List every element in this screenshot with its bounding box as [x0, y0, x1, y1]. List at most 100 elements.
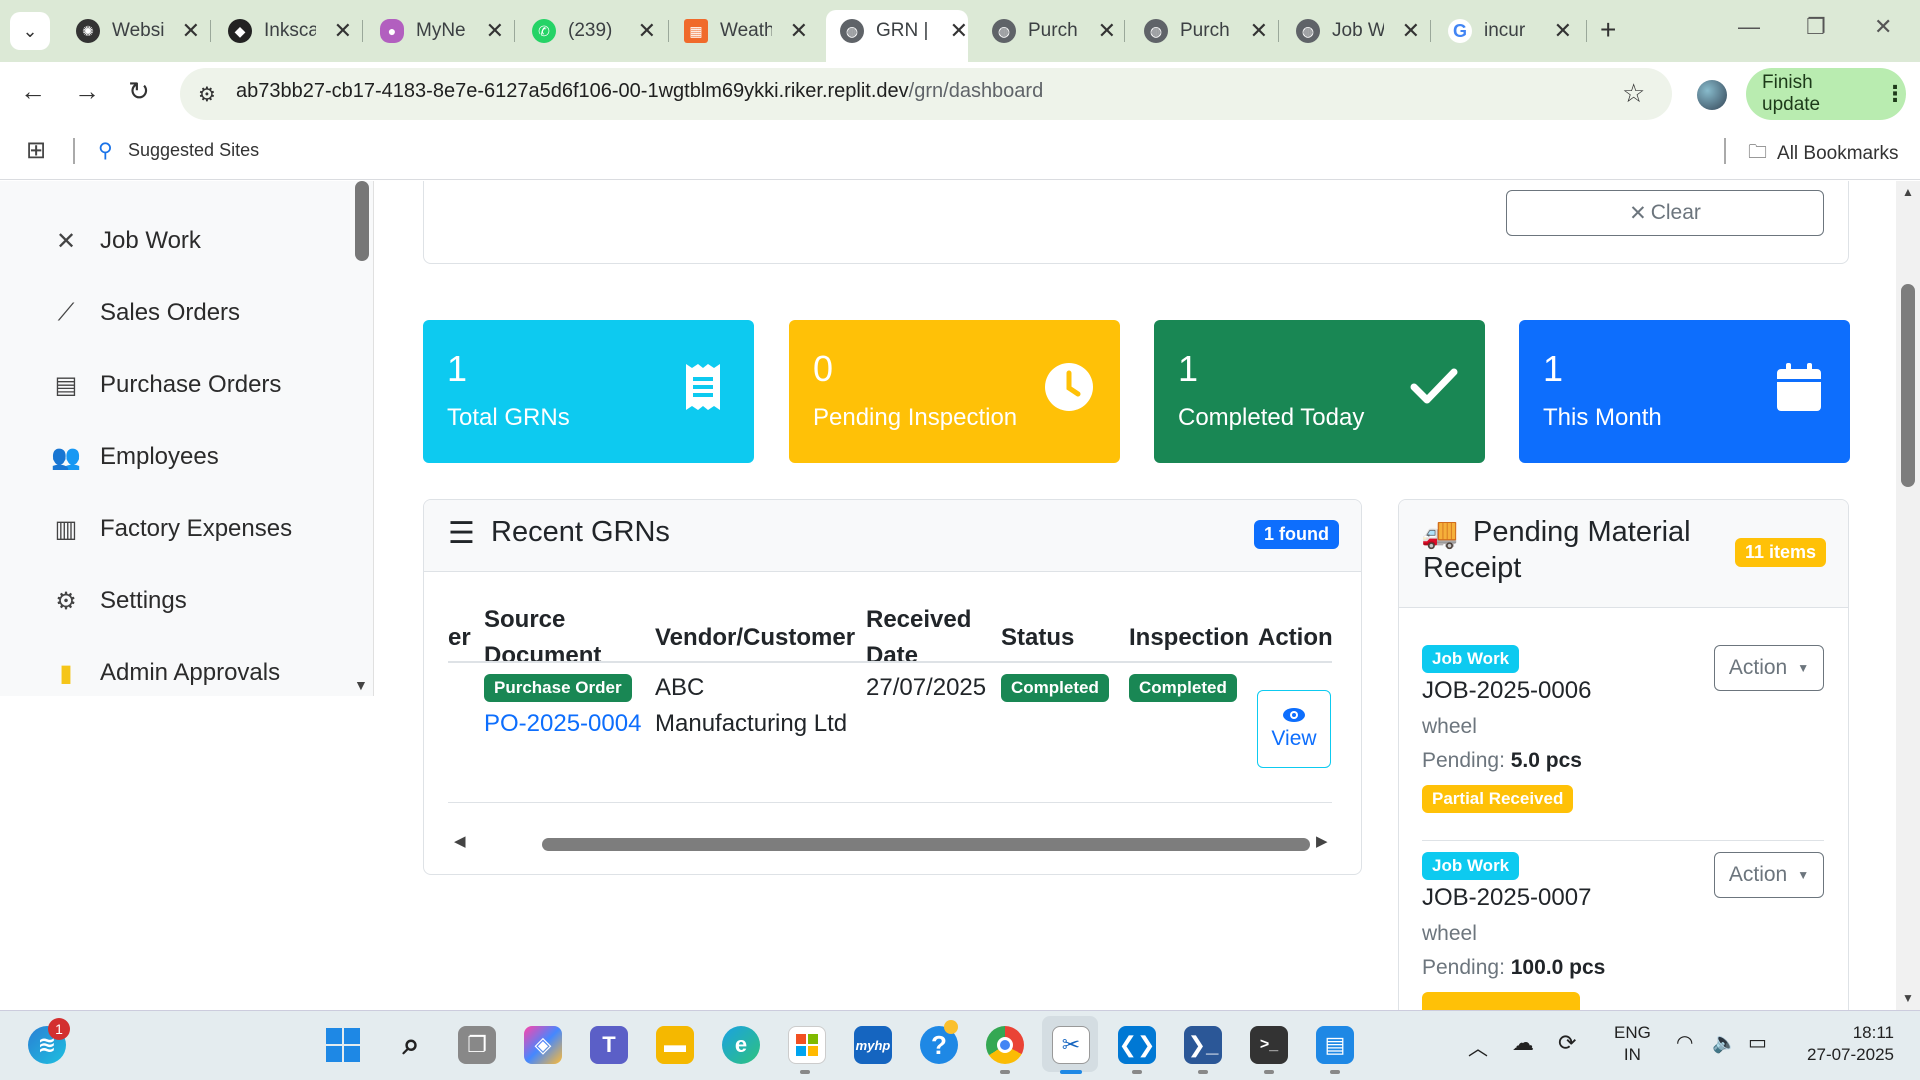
powershell-icon[interactable]: ❯_: [1184, 1026, 1222, 1064]
onedrive-cloud-icon[interactable]: ☁: [1512, 1030, 1534, 1056]
status-badge: [1422, 992, 1580, 1010]
sidebar-item-settings[interactable]: ⚙ Settings: [50, 581, 187, 621]
sidebar-item-purchase-orders[interactable]: ▤ Purchase Orders: [50, 365, 282, 405]
teams-icon[interactable]: T: [590, 1026, 628, 1064]
sidebar-item-label: Settings: [100, 587, 187, 614]
action-dropdown-button[interactable]: Action ▼: [1714, 645, 1824, 691]
battery-icon[interactable]: ▭: [1748, 1030, 1767, 1055]
site-info-icon[interactable]: ⚙: [198, 82, 216, 107]
terminal-icon[interactable]: >_: [1250, 1026, 1288, 1064]
finish-update-label: Finish update: [1762, 72, 1821, 115]
hp-icon[interactable]: myhp: [854, 1026, 892, 1064]
clipboard-check-icon: ▮: [59, 659, 73, 687]
forward-button[interactable]: →: [74, 76, 100, 107]
sidebar-item-job-work[interactable]: ✕ Job Work: [50, 221, 201, 261]
tab-4[interactable]: ✆ (239) ✕: [518, 12, 656, 50]
close-icon[interactable]: ✕: [1402, 18, 1420, 44]
tab-7[interactable]: ◍ Purch ✕: [978, 12, 1116, 50]
sidebar-item-employees[interactable]: 👥 Employees: [50, 437, 219, 477]
horizontal-scrollbar-thumb[interactable]: [542, 838, 1310, 851]
notepad-icon[interactable]: ▤: [1316, 1026, 1354, 1064]
tab-2[interactable]: ◆ Inksca ✕: [214, 12, 352, 50]
suggested-sites-link[interactable]: Suggested Sites: [128, 140, 259, 161]
store-icon[interactable]: [788, 1026, 826, 1064]
page-scrollbar-thumb[interactable]: [1901, 284, 1915, 487]
column-header: er: [448, 624, 471, 651]
show-hidden-icons-chevron-up-icon[interactable]: ︿: [1468, 1032, 1488, 1061]
close-icon[interactable]: ✕: [1250, 18, 1268, 44]
volume-icon[interactable]: 🔈: [1712, 1030, 1737, 1055]
tools-icon: ✕: [55, 227, 77, 255]
url-text[interactable]: ab73bb27-cb17-4183-8e7e-6127a5d6f106-00-…: [236, 80, 1043, 103]
close-icon[interactable]: ✕: [790, 18, 808, 44]
reload-button[interactable]: ↻: [128, 76, 150, 107]
snipping-tool-icon[interactable]: ✂: [1052, 1026, 1090, 1064]
tab-separator: [1124, 20, 1125, 42]
action-dropdown-button[interactable]: Action ▼: [1714, 852, 1824, 898]
bookmark-star-icon[interactable]: ☆: [1622, 78, 1645, 109]
back-button[interactable]: ←: [20, 76, 46, 107]
tab-10[interactable]: G incur ✕: [1434, 12, 1572, 50]
tab-search-button[interactable]: ⌄: [10, 12, 50, 50]
view-button[interactable]: View: [1257, 690, 1331, 768]
close-icon[interactable]: ✕: [1098, 18, 1116, 44]
stat-value: 1: [1543, 348, 1564, 389]
profile-avatar[interactable]: [1697, 80, 1727, 110]
chrome-icon[interactable]: [986, 1026, 1024, 1064]
tab-6-active[interactable]: ◍ GRN | ✕: [826, 10, 968, 62]
edge-icon[interactable]: e: [722, 1026, 760, 1064]
windows-start-icon[interactable]: [324, 1026, 362, 1064]
copilot-icon[interactable]: ◈: [524, 1026, 562, 1064]
inkscape-icon: ◆: [228, 19, 252, 43]
vscode-icon[interactable]: ❮❯: [1118, 1026, 1156, 1064]
scroll-down-arrow[interactable]: ▼: [1902, 991, 1914, 1005]
sync-icon[interactable]: ⟳: [1558, 1030, 1576, 1056]
tab-3[interactable]: ● MyNe ✕: [366, 12, 504, 50]
apps-grid-icon[interactable]: ⊞: [26, 136, 46, 165]
clear-filters-button[interactable]: ✕ Clear: [1506, 190, 1824, 236]
close-icon[interactable]: ✕: [638, 18, 656, 44]
sidebar-item-factory-expenses[interactable]: ▥ Factory Expenses: [50, 509, 292, 549]
tab-label: (239): [568, 20, 613, 41]
clock[interactable]: 18:11 27-07-2025: [1796, 1022, 1894, 1066]
task-view-icon[interactable]: ❐: [458, 1026, 496, 1064]
tab-5[interactable]: ▦ Weath ✕: [670, 12, 808, 50]
tab-label: Inksca: [264, 20, 316, 41]
bookmark-separator: [73, 138, 75, 164]
restore-button[interactable]: ❐: [1806, 14, 1826, 40]
close-icon[interactable]: ✕: [334, 18, 352, 44]
type-badge: Job Work: [1422, 645, 1520, 673]
file-explorer-icon[interactable]: ▬: [656, 1026, 694, 1064]
scroll-left-arrow[interactable]: ◀: [454, 832, 466, 850]
window-close-button[interactable]: ✕: [1874, 14, 1892, 40]
sidebar-item-admin-approvals[interactable]: ▮ Admin Approvals: [50, 653, 280, 693]
search-icon[interactable]: ⌕: [392, 1026, 430, 1064]
sidebar-scrollbar-thumb[interactable]: [355, 181, 369, 261]
finish-update-button[interactable]: Finish update ⋮: [1746, 68, 1906, 120]
page-scrollbar[interactable]: ▲ ▼: [1896, 181, 1920, 1010]
tab-8[interactable]: ◍ Purch ✕: [1130, 12, 1268, 50]
wifi-icon[interactable]: ◠: [1676, 1030, 1693, 1055]
tab-9[interactable]: ◍ Job W ✕: [1282, 12, 1420, 50]
sidebar-item-sales-orders[interactable]: ⟋ Sales Orders: [50, 293, 240, 333]
card-title: Pending Material Receipt: [1423, 514, 1691, 586]
scroll-right-arrow[interactable]: ▶: [1316, 832, 1328, 850]
language-indicator[interactable]: ENG IN: [1614, 1022, 1651, 1066]
close-icon[interactable]: ✕: [182, 18, 200, 44]
new-tab-button[interactable]: +: [1600, 14, 1616, 46]
close-icon[interactable]: ✕: [1554, 18, 1572, 44]
pending-label: Pending:: [1422, 749, 1505, 772]
globe-icon: ◍: [1144, 19, 1168, 43]
close-icon[interactable]: ✕: [950, 18, 968, 44]
stat-label: Total GRNs: [447, 404, 570, 431]
all-bookmarks-button[interactable]: 🗀 All Bookmarks: [1748, 138, 1898, 170]
users-icon: 👥: [51, 443, 81, 471]
sidebar-scroll-down-arrow[interactable]: ▼: [354, 677, 368, 693]
source-number-link[interactable]: PO-2025-0004: [484, 706, 641, 742]
horizontal-scrollbar[interactable]: ◀ ▶: [448, 830, 1332, 856]
tab-1[interactable]: ✺ Websi ✕: [62, 12, 200, 50]
minimize-button[interactable]: —: [1738, 14, 1760, 40]
scroll-up-arrow[interactable]: ▲: [1902, 185, 1914, 199]
close-icon[interactable]: ✕: [486, 18, 504, 44]
column-header-line: Date: [866, 642, 919, 669]
